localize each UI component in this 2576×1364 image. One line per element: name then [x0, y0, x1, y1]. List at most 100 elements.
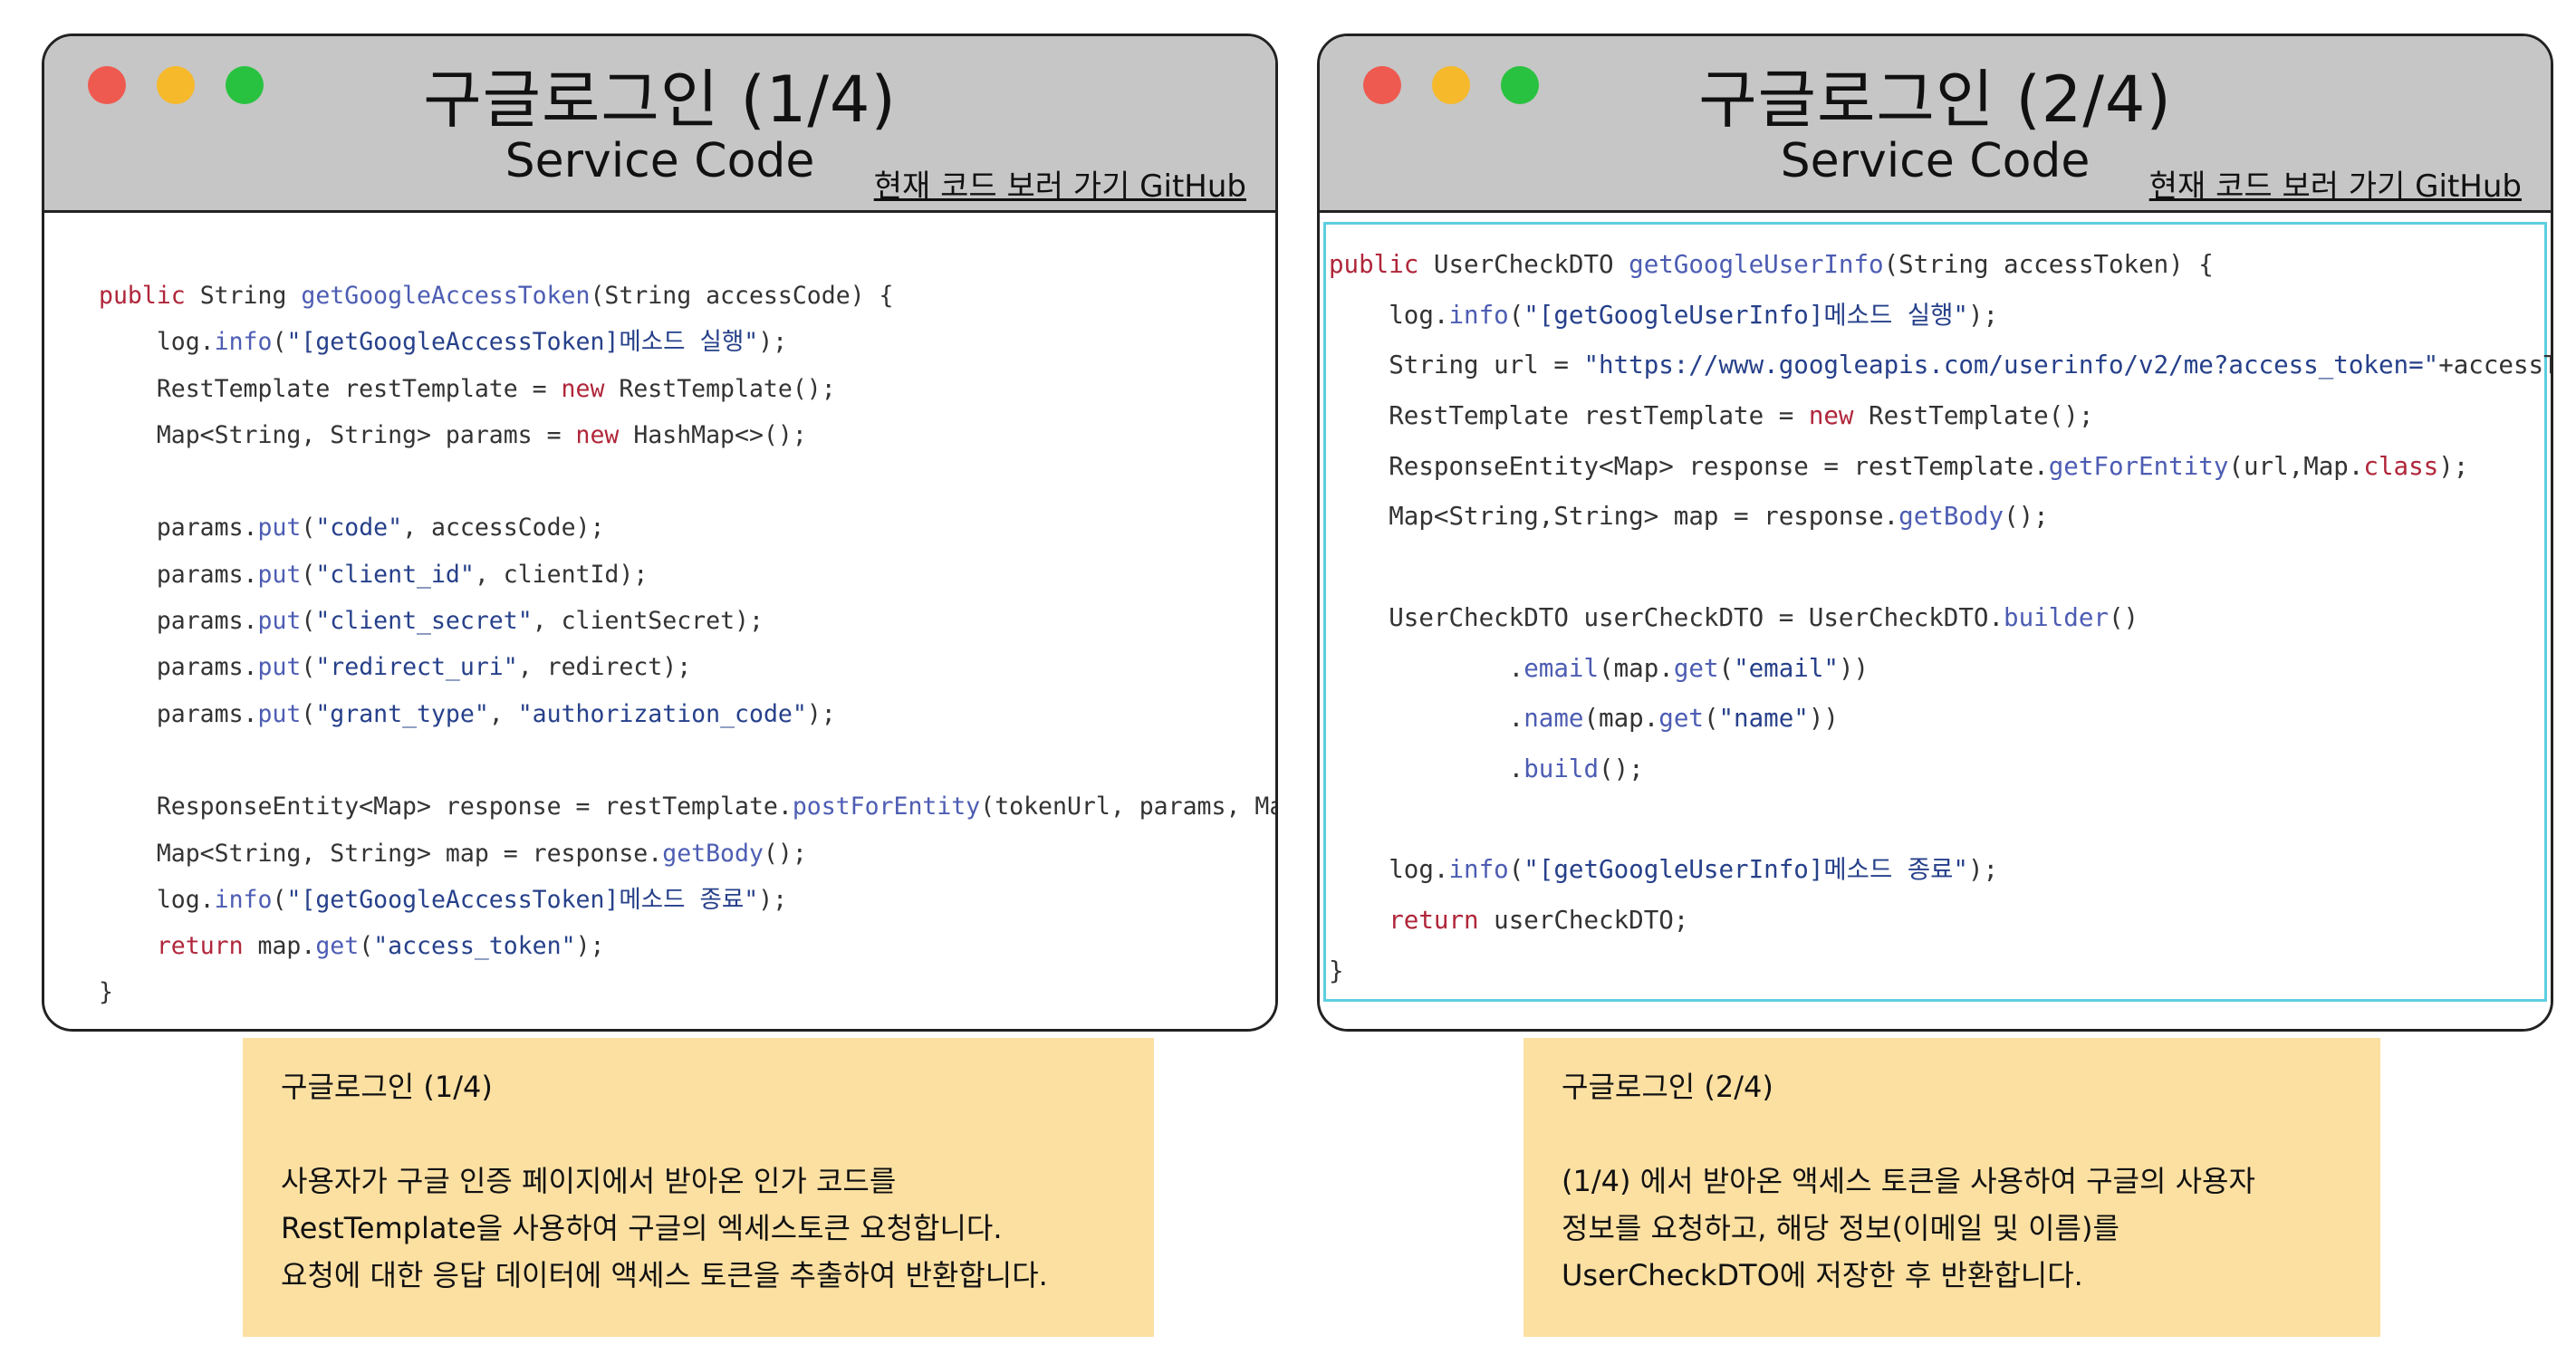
code-token: getBody: [662, 839, 764, 868]
description-note-2: 구글로그인 (2/4) (1/4) 에서 받아온 액세스 토큰을 사용하여 구글…: [1523, 1038, 2380, 1337]
github-link[interactable]: 현재 코드 보러 가기 GitHub: [874, 161, 1246, 206]
code-line: Map<String,String> map = response.getBod…: [1329, 492, 2551, 543]
code-token: ();: [763, 839, 807, 868]
code-line: log.info("[getGoogleUserInfo]메소드 실행");: [1329, 291, 2551, 341]
code-token: (: [301, 514, 316, 543]
code-token: "redirect_uri": [315, 653, 518, 682]
code-block: public String getGoogleAccessToken(Strin…: [99, 273, 1275, 1016]
code-token: put: [257, 607, 302, 636]
github-link[interactable]: 현재 코드 보러 가기 GitHub: [2149, 161, 2522, 206]
code-token: "https://www.googleapis.com/userinfo/v2/…: [1583, 351, 2439, 380]
code-line: log.info("[getGoogleUserInfo]메소드 종료");: [1329, 845, 2551, 896]
code-token: Map<String, String> params =: [99, 420, 576, 449]
code-token: UserCheckDTO userCheckDTO = UserCheckDTO…: [1329, 602, 2004, 632]
code-line: public UserCheckDTO getGoogleUserInfo(St…: [1329, 240, 2551, 291]
code-token: );: [1968, 300, 1999, 330]
code-token: new: [575, 420, 620, 449]
note-line: 정보를 요청하고, 해당 정보(이메일 및 이름)를: [1562, 1211, 2119, 1245]
code-token: (: [1508, 300, 1524, 330]
code-token: );: [758, 328, 788, 357]
window-titlebar: 구글로그인 (1/4) Service Code 현재 코드 보러 가기 Git…: [44, 36, 1275, 213]
code-token: RestTemplate();: [604, 374, 836, 403]
code-token: );: [2438, 451, 2469, 481]
code-token: getForEntity: [2048, 451, 2229, 481]
code-token: );: [575, 932, 605, 961]
code-area: public String getGoogleAccessToken(Strin…: [44, 213, 1275, 1029]
code-token: params.: [99, 514, 258, 543]
window-titlebar: 구글로그인 (2/4) Service Code 현재 코드 보러 가기 Git…: [1320, 36, 2551, 213]
code-token: params.: [99, 607, 258, 636]
code-token: new: [561, 374, 605, 403]
code-line: .build();: [1329, 744, 2551, 795]
code-token: ();: [1599, 754, 1644, 783]
code-line: RestTemplate restTemplate = new RestTemp…: [99, 366, 1275, 412]
code-token: userCheckDTO;: [1478, 905, 1689, 935]
code-line: Map<String, String> params = new HashMap…: [99, 412, 1275, 458]
code-token: get: [1673, 653, 1719, 683]
code-token: (: [1703, 704, 1719, 734]
code-token: ResponseEntity<Map> response = restTempl…: [99, 792, 793, 821]
code-line: ResponseEntity<Map> response = restTempl…: [99, 783, 1275, 830]
code-token: "name": [1718, 704, 1809, 734]
code-token: info: [214, 328, 273, 357]
code-window-1: 구글로그인 (1/4) Service Code 현재 코드 보러 가기 Git…: [42, 34, 1278, 1032]
code-token: );: [806, 699, 836, 728]
code-token: HashMap<>();: [619, 420, 807, 449]
code-token: String url =: [1329, 351, 1584, 380]
code-token: log.: [1329, 300, 1449, 330]
code-token: ResponseEntity<Map> response = restTempl…: [1329, 451, 2049, 481]
code-token: getGoogleAccessToken: [301, 282, 591, 310]
code-token: log.: [1329, 855, 1449, 885]
code-token: (: [301, 560, 316, 589]
code-line: }: [99, 969, 1275, 1015]
code-token: , redirect);: [517, 653, 692, 682]
code-line: }: [1329, 946, 2551, 997]
code-token: builder: [2004, 602, 2109, 632]
code-line: UserCheckDTO userCheckDTO = UserCheckDTO…: [1329, 593, 2551, 644]
code-token: info: [1448, 855, 1509, 885]
code-line: public String getGoogleAccessToken(Strin…: [99, 273, 1275, 319]
code-line: .email(map.get("email")): [1329, 644, 2551, 695]
note-title: 구글로그인 (1/4): [281, 1070, 493, 1104]
code-token: (map.: [1583, 704, 1659, 734]
description-note-1: 구글로그인 (1/4) 사용자가 구글 인증 페이지에서 받아온 인가 코드를 …: [243, 1038, 1154, 1337]
code-token: (: [301, 653, 316, 682]
note-line: (1/4) 에서 받아온 액세스 토큰을 사용하여 구글의 사용자: [1562, 1164, 2255, 1198]
code-token: UserCheckDTO: [1418, 250, 1629, 279]
note-line: 요청에 대한 응답 데이터에 액세스 토큰을 추출하여 반환합니다.: [281, 1258, 1048, 1292]
code-token: get: [1658, 704, 1704, 734]
code-token: put: [257, 653, 302, 682]
code-token: ,: [488, 699, 518, 728]
code-token: return: [156, 932, 244, 961]
code-line: params.put("client_id", clientId);: [99, 552, 1275, 598]
code-token: new: [1808, 401, 1854, 431]
code-token: build: [1523, 754, 1600, 783]
code-token: .: [1329, 704, 1524, 734]
code-token: (url,Map.: [2228, 451, 2364, 481]
code-token: "email": [1734, 653, 1839, 683]
code-token: log.: [99, 885, 215, 914]
code-line: RestTemplate restTemplate = new RestTemp…: [1329, 391, 2551, 442]
code-token: , clientSecret);: [532, 607, 764, 636]
code-token: public: [1329, 250, 1419, 279]
code-token: public: [99, 282, 186, 310]
code-token: "authorization_code": [517, 699, 807, 728]
code-token: (String accessToken) {: [1883, 250, 2214, 279]
code-token: }: [1329, 956, 1344, 985]
code-token: String: [185, 282, 302, 310]
code-token: Map<String,String> map = response.: [1329, 502, 1899, 532]
code-line: String url = "https://www.googleapis.com…: [1329, 341, 2551, 391]
code-token: "access_token": [373, 932, 576, 961]
note-line: RestTemplate을 사용하여 구글의 엑세스토큰 요청합니다.: [281, 1211, 1003, 1245]
code-token: );: [758, 885, 788, 914]
code-block: public UserCheckDTO getGoogleUserInfo(St…: [1329, 240, 2551, 997]
code-token: (: [1718, 653, 1735, 683]
code-token: RestTemplate restTemplate =: [1329, 401, 1809, 431]
code-token: (: [272, 328, 287, 357]
code-token: getBody: [1898, 502, 2004, 532]
code-token: "[getGoogleUserInfo]메소드 종료": [1523, 855, 1968, 885]
code-token: ();: [2004, 502, 2049, 532]
